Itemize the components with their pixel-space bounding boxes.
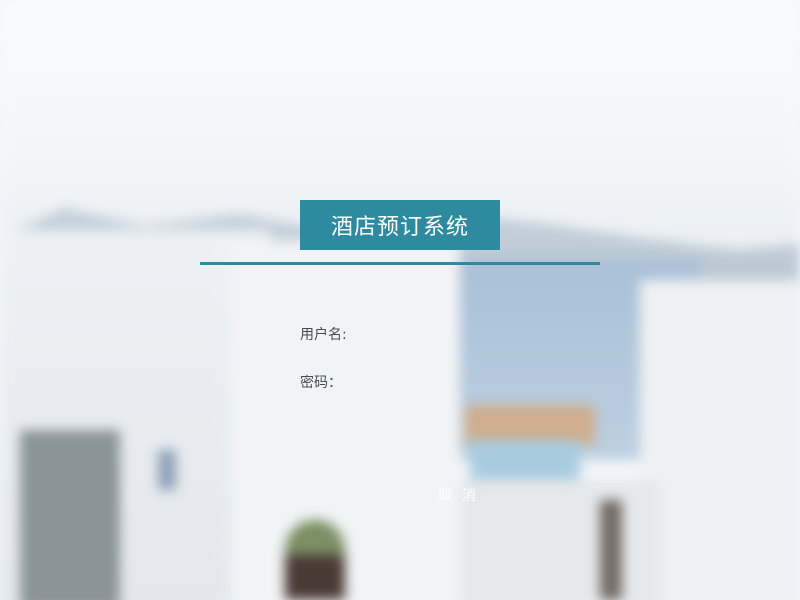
cancel-button[interactable]: 取消 <box>428 483 492 507</box>
background-terrace <box>465 405 595 445</box>
background-house-middle <box>230 240 460 600</box>
title-divider <box>200 262 600 265</box>
background-pot <box>285 555 345 600</box>
app-title: 酒店预订系统 <box>300 200 500 250</box>
username-input[interactable] <box>360 320 568 344</box>
background-image <box>0 0 800 600</box>
login-screen: 酒店预订系统 用户名: 密码： 取消 <box>0 0 800 600</box>
password-label: 密码： <box>300 375 342 391</box>
background-window <box>158 450 176 490</box>
password-input[interactable] <box>360 368 568 392</box>
username-label: 用户名: <box>300 327 347 343</box>
background-post <box>600 500 622 600</box>
background-pool <box>470 440 580 480</box>
background-house-right <box>640 280 800 600</box>
background-door <box>20 430 120 600</box>
